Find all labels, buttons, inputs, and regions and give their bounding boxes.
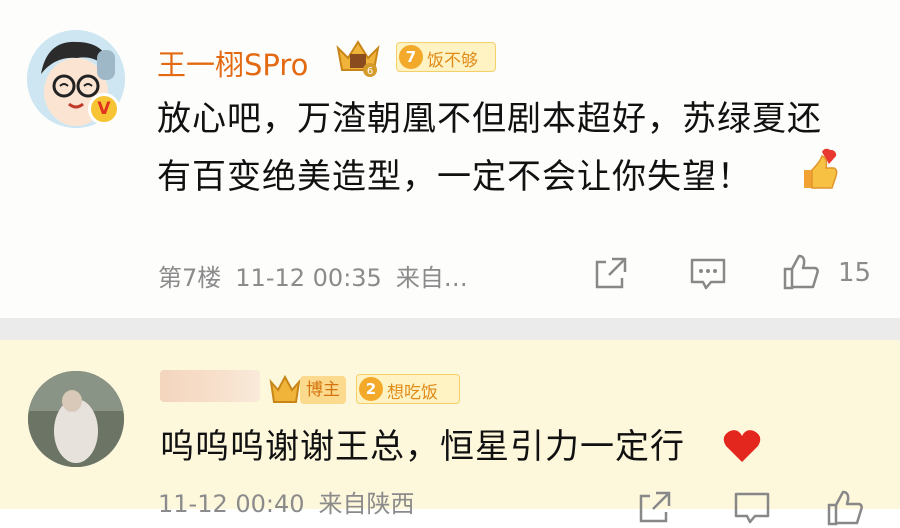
comment-icon[interactable] [689,256,727,292]
author-badge: 博主 [300,376,346,404]
like-count: 15 [838,258,872,288]
crown-badge-icon: 6 [336,40,380,77]
username[interactable]: 王一栩SPro [157,42,308,84]
thumbs-up-emoji [804,148,838,189]
heart-emoji [723,430,761,462]
comment-item: V 王一栩SPro 6 7 饭不够 放心吧，万渣朝凰不但剧本超好，苏绿夏还 有百… [0,0,900,318]
share-icon[interactable] [592,256,628,292]
comment-text: 放心吧，万渣朝凰不但剧本超好，苏绿夏还 有百变绝美造型，一定不会让你失望！ [157,99,822,197]
share-icon[interactable] [636,490,672,526]
comment-meta: 第7楼 11-12 00:35 来自… [158,264,468,292]
comment-meta: 11-12 00:40 来自陕西 [158,490,415,518]
divider [0,318,900,340]
verified-v-icon: V [88,93,120,125]
svg-text:6: 6 [367,66,373,77]
username-blurred[interactable] [160,370,260,402]
crown-badge-icon [269,374,301,403]
avatar[interactable] [28,371,124,467]
comment-icon[interactable] [733,490,771,526]
avatar-photo-icon [28,371,124,467]
fan-level-badge: 7 饭不够 [396,42,496,72]
fan-level-badge: 2 想吃饭 [356,374,460,404]
like-icon[interactable] [825,488,865,528]
like-icon[interactable] [781,252,821,292]
